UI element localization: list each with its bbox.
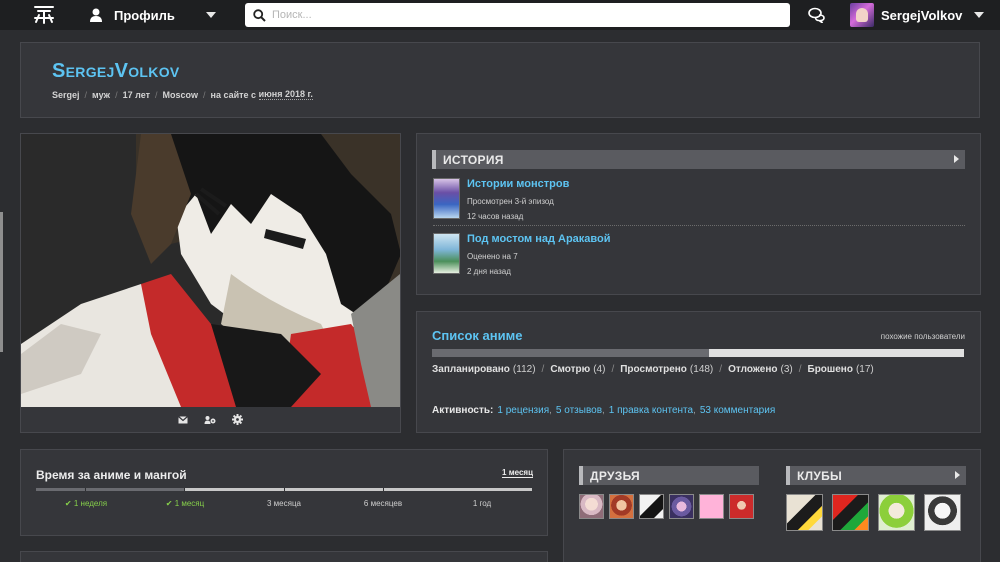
- stat-dropped[interactable]: Брошено (17): [808, 364, 874, 375]
- time-spent-period[interactable]: 1 месяц: [502, 468, 533, 478]
- profile-username: SergejVolkov: [52, 60, 180, 82]
- history-item-time: 2 дня назад: [467, 267, 511, 276]
- friend-avatar[interactable]: [579, 494, 604, 519]
- time-spent-fill: [36, 488, 185, 491]
- stat-on-hold[interactable]: Отложено (3): [728, 364, 793, 375]
- time-tick: [284, 488, 285, 491]
- friends-clubs-card: ДРУЗЬЯ КЛУБЫ: [563, 449, 981, 562]
- anime-list-progress-fill: [432, 349, 709, 357]
- search-input[interactable]: [272, 9, 772, 21]
- time-period-month[interactable]: ✔ 1 месяц: [135, 499, 235, 508]
- avatar-tools: [21, 407, 400, 432]
- meta-since-prefix: на сайте с: [210, 89, 257, 100]
- time-period-6months[interactable]: 6 месяцев: [333, 499, 433, 508]
- left-scroll-indicator: [0, 212, 3, 352]
- club-avatar[interactable]: [924, 494, 961, 531]
- club-avatar[interactable]: [832, 494, 869, 531]
- next-card: [20, 551, 548, 562]
- time-tick: [85, 488, 86, 491]
- activity-replies-link[interactable]: 53 комментария: [700, 405, 775, 416]
- meta-separator: /: [155, 89, 158, 100]
- meta-age: 17 лет: [122, 89, 150, 100]
- user-icon: [90, 8, 102, 22]
- time-period-3months[interactable]: 3 месяца: [234, 499, 334, 508]
- anime-list-stats: Запланировано (112) / Смотрю (4) / Просмот…: [432, 364, 874, 375]
- time-spent-title: Время за аниме и мангой: [36, 468, 187, 482]
- history-item: Истории монстров Просмотрен 3-й эпизод 1…: [433, 178, 965, 224]
- user-avatar: [850, 3, 874, 27]
- friend-avatar[interactable]: [729, 494, 754, 519]
- chevron-down-icon[interactable]: [974, 12, 984, 18]
- top-navbar: Профиль SergejVolkov: [0, 0, 1000, 30]
- divider: [433, 225, 965, 226]
- stat-completed[interactable]: Просмотрено (148): [620, 364, 713, 375]
- user-menu-name: SergejVolkov: [881, 7, 963, 23]
- friend-avatar[interactable]: [669, 494, 694, 519]
- meta-since-date: июня 2018 г.: [258, 89, 313, 100]
- activity-comments-link[interactable]: 5 отзывов: [556, 405, 602, 416]
- friend-avatar[interactable]: [699, 494, 724, 519]
- stat-planned[interactable]: Запланировано (112): [432, 364, 536, 375]
- clubs-list: [786, 494, 966, 532]
- user-menu[interactable]: SergejVolkov: [850, 3, 962, 27]
- chevron-down-icon: [206, 12, 216, 18]
- meta-city: Moscow: [162, 89, 199, 100]
- history-item-sub: Просмотрен 3-й эпизод: [467, 197, 554, 206]
- activity-label: Активность:: [432, 405, 494, 416]
- meta-separator: /: [84, 89, 88, 100]
- profile-header: SergejVolkov Sergej / муж / 17 лет / Mos…: [20, 42, 980, 118]
- search-icon: [253, 8, 266, 22]
- anime-poster[interactable]: [433, 233, 460, 274]
- profile-menu[interactable]: Профиль: [88, 0, 218, 30]
- friends-list: [579, 494, 759, 520]
- meta-separator: /: [203, 89, 206, 100]
- stat-watching[interactable]: Смотрю (4): [550, 364, 605, 375]
- club-avatar[interactable]: [786, 494, 823, 531]
- meta-separator: /: [115, 89, 118, 100]
- similar-users-link[interactable]: похожие пользователи: [881, 332, 965, 341]
- time-period-labels: ✔ 1 неделя ✔ 1 месяц 3 месяца 6 месяцев …: [36, 499, 532, 511]
- chevron-right-icon: [955, 471, 960, 479]
- meta-name: Sergej: [52, 89, 80, 100]
- meta-sex: муж: [92, 89, 111, 100]
- anime-list-title[interactable]: Список аниме: [432, 328, 522, 343]
- time-tick: [184, 488, 185, 491]
- profile-meta: Sergej / муж / 17 лет / Moscow / на сайт…: [52, 89, 313, 100]
- users-cog-icon[interactable]: [204, 415, 216, 425]
- time-spent-card: Время за аниме и мангой 1 месяц ✔ 1 неде…: [20, 449, 548, 536]
- history-header[interactable]: ИСТОРИЯ: [432, 150, 965, 169]
- time-period-year[interactable]: 1 год: [432, 499, 532, 508]
- history-item: Под мостом над Аракавой Оценено на 7 2 д…: [433, 233, 965, 279]
- chevron-right-icon: [954, 155, 959, 163]
- clubs-title: КЛУБЫ: [797, 468, 843, 483]
- chat-bubbles-icon[interactable]: [808, 7, 826, 23]
- activity-edits-link[interactable]: 1 правка контента: [609, 405, 693, 416]
- history-item-title[interactable]: Истории монстров: [467, 178, 569, 190]
- friends-title: ДРУЗЬЯ: [590, 468, 640, 483]
- anime-list-card: Список аниме похожие пользователи Заплан…: [416, 311, 981, 433]
- time-tick: [383, 488, 384, 491]
- history-title: ИСТОРИЯ: [443, 152, 504, 167]
- history-item-sub: Оценено на 7: [467, 252, 518, 261]
- envelope-icon[interactable]: [178, 415, 188, 424]
- friend-avatar[interactable]: [609, 494, 634, 519]
- search-box[interactable]: [245, 3, 790, 27]
- time-period-week[interactable]: ✔ 1 неделя: [36, 499, 136, 508]
- history-item-time: 12 часов назад: [467, 212, 524, 221]
- anime-poster[interactable]: [433, 178, 460, 219]
- site-logo-icon[interactable]: [33, 5, 55, 25]
- friends-header[interactable]: ДРУЗЬЯ: [579, 466, 759, 485]
- history-item-title[interactable]: Под мостом над Аракавой: [467, 233, 611, 245]
- settings-icon[interactable]: [232, 414, 243, 425]
- avatar-card: [20, 133, 401, 433]
- activity-row: Активность: 1 рецензия, 5 отзывов, 1 пра…: [432, 405, 776, 416]
- profile-menu-label: Профиль: [114, 7, 175, 23]
- profile-avatar-image: [21, 134, 400, 407]
- friend-avatar[interactable]: [639, 494, 664, 519]
- anime-list-progress: [432, 349, 964, 357]
- history-card: ИСТОРИЯ Истории монстров Просмотрен 3-й …: [416, 133, 981, 295]
- club-avatar[interactable]: [878, 494, 915, 531]
- activity-reviews-link[interactable]: 1 рецензия: [497, 405, 549, 416]
- clubs-header[interactable]: КЛУБЫ: [786, 466, 966, 485]
